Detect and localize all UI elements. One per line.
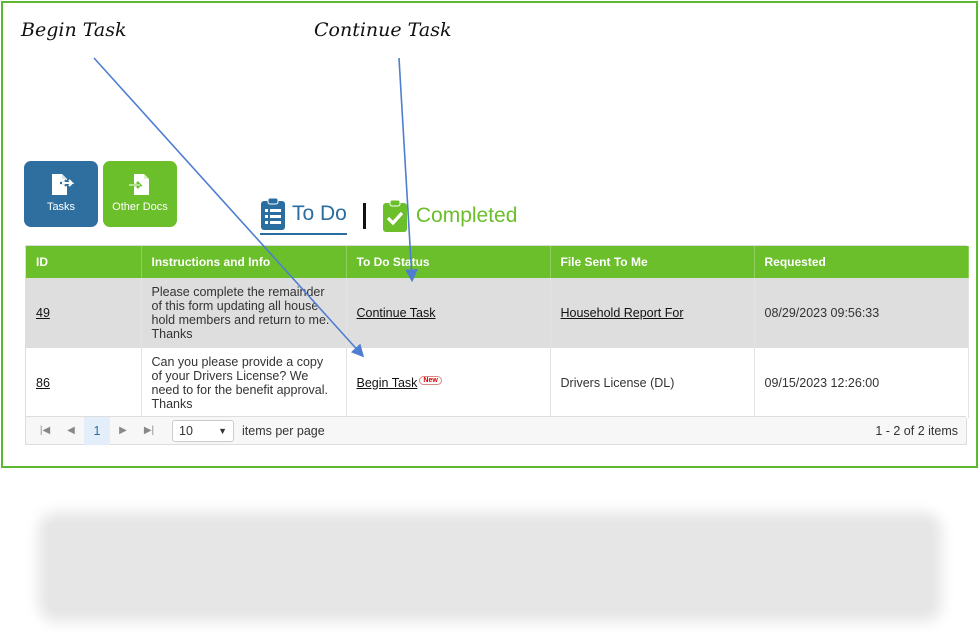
file-cell: Drivers License (DL) xyxy=(550,348,755,418)
tab-to-do[interactable]: To Do xyxy=(260,197,347,235)
column-header-status[interactable]: To Do Status xyxy=(346,246,551,278)
task-id-link[interactable]: 86 xyxy=(36,376,50,390)
page-size-select[interactable]: 10 ▼ xyxy=(172,419,234,442)
requested-cell: 08/29/2023 09:56:33 xyxy=(754,278,969,348)
grid-pager: |◀ ◀ 1 ▶ ▶| 10 ▼ items per page 1 - 2 of… xyxy=(26,416,966,445)
annotation-begin-task: Begin Task xyxy=(21,19,127,41)
column-header-id[interactable]: ID xyxy=(26,246,142,278)
requested-cell: 09/15/2023 12:26:00 xyxy=(754,348,969,418)
task-tabs: To Do Completed xyxy=(260,195,517,237)
last-page-icon[interactable]: ▶| xyxy=(136,425,162,436)
other-docs-button[interactable]: Other Docs xyxy=(103,161,177,227)
instructions-cell: Can you please provide a copy of your Dr… xyxy=(141,348,347,418)
column-header-file[interactable]: File Sent To Me xyxy=(550,246,755,278)
blurred-region xyxy=(48,522,932,612)
grid-header-row: ID Instructions and Info To Do Status Fi… xyxy=(26,246,969,278)
items-per-page-label: items per page xyxy=(242,423,325,438)
status-cell: Begin Task New xyxy=(346,348,551,418)
continue-task-link[interactable]: Continue Task xyxy=(357,306,436,320)
tasks-button[interactable]: Tasks xyxy=(24,161,98,227)
file-link[interactable]: Household Report For xyxy=(561,306,684,320)
new-badge: New xyxy=(419,376,442,385)
annotation-continue-task: Continue Task xyxy=(314,19,452,41)
file-import-icon xyxy=(129,174,149,195)
pager-summary: 1 - 2 of 2 items xyxy=(875,423,958,438)
instructions-cell: Please complete the remainder of this fo… xyxy=(141,278,347,348)
column-header-requested[interactable]: Requested xyxy=(754,246,969,278)
begin-task-link[interactable]: Begin Task xyxy=(357,376,418,390)
tab-to-do-label: To Do xyxy=(292,202,347,225)
file-cell: Household Report For xyxy=(550,278,755,348)
status-cell: Continue Task xyxy=(346,278,551,348)
page-size-value: 10 xyxy=(179,423,193,438)
next-page-icon[interactable]: ▶ xyxy=(110,425,136,436)
column-header-instructions[interactable]: Instructions and Info xyxy=(141,246,347,278)
first-page-icon[interactable]: |◀ xyxy=(32,425,58,436)
tab-completed[interactable]: Completed xyxy=(382,199,518,233)
id-cell: 49 xyxy=(26,278,142,348)
table-row: 86 Can you please provide a copy of your… xyxy=(26,348,969,418)
chevron-down-icon: ▼ xyxy=(218,425,227,436)
clipboard-check-icon xyxy=(382,199,407,232)
tab-divider xyxy=(362,203,366,229)
prev-page-icon[interactable]: ◀ xyxy=(58,425,84,436)
clipboard-list-icon xyxy=(261,197,285,230)
tab-completed-label: Completed xyxy=(415,204,518,227)
task-id-link[interactable]: 49 xyxy=(36,306,50,320)
id-cell: 86 xyxy=(26,348,142,418)
file-export-icon xyxy=(52,174,74,195)
other-docs-button-label: Other Docs xyxy=(112,201,168,213)
page-number[interactable]: 1 xyxy=(84,416,110,445)
tasks-button-label: Tasks xyxy=(46,201,76,213)
table-row: 49 Please complete the remainder of this… xyxy=(26,278,969,348)
todo-grid: ID Instructions and Info To Do Status Fi… xyxy=(25,245,969,445)
